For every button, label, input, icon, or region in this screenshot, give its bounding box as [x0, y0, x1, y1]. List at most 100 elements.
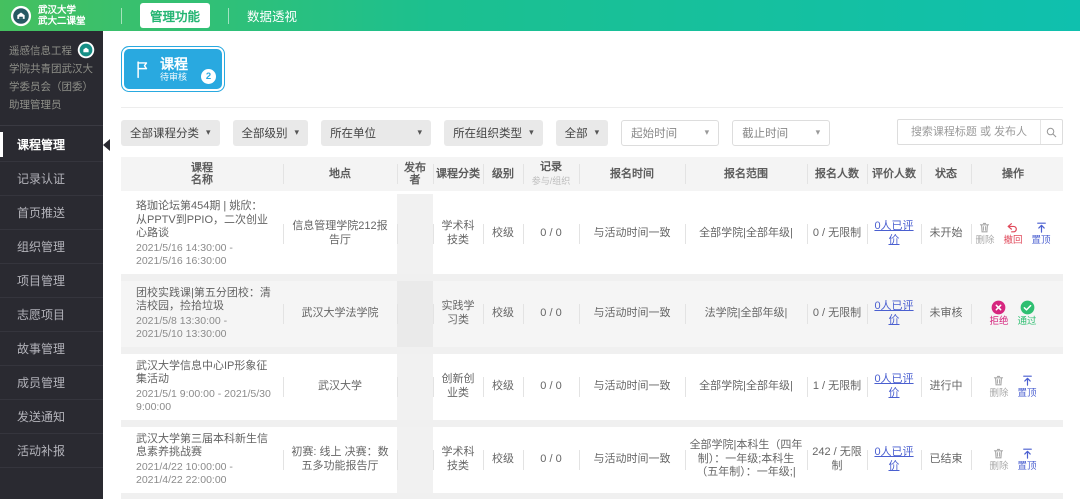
- filter-label: 全部级别: [241, 127, 288, 140]
- filter-org-type[interactable]: 所在组织类型 ▾: [444, 119, 543, 146]
- chevron-down-icon: ▾: [417, 127, 423, 137]
- wuhan-university-logo-icon: [10, 5, 32, 27]
- main-content: 课程 待审核 2 全部课程分类 ▾ 全部级别 ▾ 所在单位 ▾ 所在组织类型 ▾ 全部 ▾ 起始时…: [103, 31, 1080, 499]
- course-title: 武汉大学第三届本科新生信息素养挑战赛: [136, 432, 268, 459]
- delete-button[interactable]: 删除: [975, 221, 994, 246]
- filter-label: 全部课程分类: [130, 127, 199, 140]
- search-icon: [1045, 126, 1058, 139]
- pin-top-button[interactable]: 置顶: [1018, 447, 1037, 472]
- sidebar-item-story-management[interactable]: 故事管理: [0, 332, 103, 366]
- cell-status: 未审核: [921, 281, 971, 347]
- header-eval-count: 评价人数: [867, 157, 921, 191]
- cell-time: 与活动时间一致: [579, 194, 685, 274]
- approve-button[interactable]: 通过: [1018, 300, 1037, 327]
- header-record-label: 记录: [540, 161, 562, 173]
- course-table: 课程 名称 地点 发布者 课程分类 级别 记录 参与/组织 报名时间 报名范围 …: [121, 157, 1063, 499]
- cell-location: 武汉大学法学院: [283, 281, 397, 347]
- sidebar-item-activity-supplement[interactable]: 活动补报: [0, 434, 103, 468]
- cell-scope: 全部学院|本科生（四年制）：一年级;本科生（五年制）：一年级;|: [685, 427, 807, 493]
- row-gap: [121, 419, 1063, 427]
- course-datetime: 2021/5/16 14:30:00 - 2021/5/16 16:30:00: [136, 241, 233, 267]
- reject-icon: [991, 300, 1006, 315]
- chevron-down-icon: ▾: [704, 127, 710, 137]
- filter-level[interactable]: 全部级别 ▾: [232, 119, 309, 146]
- cell-eval-count: 0人已评价: [867, 194, 921, 274]
- card-texts: 课程 待审核: [160, 56, 188, 83]
- filter-course-category[interactable]: 全部课程分类 ▾: [121, 119, 220, 146]
- cell-scope: 全部学院|全部年级|: [685, 354, 807, 420]
- sidebar-menu: 课程管理记录认证 首页推送 组织管理 项目管理 志愿项目 故事管理成员管理发送通知活动补报: [0, 126, 110, 468]
- filter-end-time[interactable]: 截止时间 ▾: [732, 119, 831, 146]
- course-datetime: 2021/5/1 9:00:00 - 2021/5/30 9:00:00: [136, 387, 271, 413]
- filter-label: 全部: [564, 127, 588, 140]
- course-pending-review-card[interactable]: 课程 待审核 2: [121, 46, 225, 92]
- cell-signup-count: 0 / 无限制: [807, 194, 867, 274]
- table-row: 团校实践课|第五分团校：清洁校园，捡拾垃圾 2021/5/8 13:30:00 -…: [121, 280, 1063, 347]
- header-signup-count: 报名人数: [807, 157, 867, 191]
- cell-signup-count: 1 / 无限制: [807, 354, 867, 420]
- evaluation-count-link[interactable]: 0人已评价: [871, 220, 917, 247]
- sidebar-item-label: 成员管理: [17, 376, 66, 390]
- sidebar-item-label: 课程管理: [17, 138, 66, 152]
- sidebar-item-project-management[interactable]: 项目管理: [0, 264, 103, 298]
- cell-publisher: [397, 353, 433, 420]
- chevron-down-icon: ▾: [815, 127, 821, 137]
- cell-level: 校级: [483, 194, 523, 274]
- pin-top-button[interactable]: 置顶: [1032, 221, 1051, 246]
- sidebar: 遥感信息工程学院共青团武汉大学委员会（团委）助理管理员 课程管理 记录认证 首页推送…: [0, 31, 110, 499]
- sidebar-item-member-management[interactable]: 成员管理: [0, 366, 103, 400]
- filter-status[interactable]: 全部 ▾: [555, 119, 609, 146]
- evaluation-count-link[interactable]: 0人已评价: [871, 373, 917, 400]
- cell-eval-count: 0人已评价: [867, 281, 921, 347]
- cell-record: 0 / 0: [523, 194, 579, 274]
- sidebar-item-record-certification[interactable]: 记录认证: [0, 162, 103, 196]
- reject-button[interactable]: 拒绝: [989, 300, 1009, 327]
- tab-data-insight[interactable]: 数据透视: [247, 6, 297, 25]
- search-input[interactable]: [898, 120, 1040, 144]
- cell-actions: 删除 置顶: [971, 427, 1055, 493]
- filter-label: 起始时间: [631, 127, 678, 140]
- cell-record: 0 / 0: [523, 281, 579, 347]
- filter-start-time[interactable]: 起始时间 ▾: [621, 119, 720, 146]
- trash-icon: [978, 221, 991, 234]
- header-publisher: 发布者: [397, 157, 433, 191]
- course-title: 武汉大学信息中心IP形象征集活动: [136, 359, 268, 386]
- cell-course-name: 武汉大学第三届本科新生信息素养挑战赛 2021/4/22 10:00:00 - 2…: [121, 427, 283, 493]
- sidebar-item-course-management[interactable]: 课程管理: [0, 128, 110, 162]
- topbar-divider: [121, 7, 122, 24]
- app-window: 武汉大学 武大二课堂 管理功能 数据透视 遥感信息工程学院共青团武汉大学委员会（…: [0, 0, 1080, 499]
- pin-top-button[interactable]: 置顶: [1018, 374, 1037, 399]
- search-box: [897, 119, 1063, 145]
- recall-button[interactable]: 撤回: [1003, 221, 1023, 246]
- cell-status: 已结束: [921, 427, 971, 493]
- evaluation-count-link[interactable]: 0人已评价: [871, 446, 917, 473]
- cell-category: 创新创业类: [433, 354, 483, 420]
- filter-unit[interactable]: 所在单位 ▾: [321, 119, 432, 146]
- sidebar-item-homepage-push[interactable]: 首页推送: [0, 196, 103, 230]
- sidebar-item-organization-management[interactable]: 组织管理: [0, 230, 103, 264]
- cell-scope: 全部学院|全部年级|: [685, 194, 807, 274]
- filter-pills: 全部课程分类 ▾ 全部级别 ▾ 所在单位 ▾ 所在组织类型 ▾ 全部 ▾: [121, 119, 609, 146]
- course-title: 珞珈论坛第454期 | 姚欣：从PPTV到PPIO，二次创业心路谈: [136, 200, 269, 239]
- pin-top-icon: [1035, 221, 1048, 234]
- header-level: 级别: [483, 157, 523, 191]
- delete-button[interactable]: 删除: [989, 374, 1009, 399]
- cell-actions: 删除 撤回 置顶: [971, 194, 1055, 274]
- cell-level: 校级: [483, 281, 523, 347]
- table-body: 珞珈论坛第454期 | 姚欣：从PPTV到PPIO，二次创业心路谈 2021/5/…: [121, 194, 1063, 499]
- app-title: 武汉大学 武大二课堂: [38, 5, 86, 27]
- flag-icon: [132, 59, 153, 80]
- search-button[interactable]: [1040, 120, 1062, 144]
- sidebar-item-send-notification[interactable]: 发送通知: [0, 400, 103, 434]
- delete-button[interactable]: 删除: [989, 447, 1009, 472]
- sidebar-item-label: 发送通知: [17, 410, 66, 424]
- cell-publisher: [397, 280, 433, 347]
- evaluation-count-link[interactable]: 0人已评价: [871, 300, 917, 327]
- avatar: [77, 41, 95, 59]
- sidebar-item-volunteer-projects[interactable]: 志愿项目: [0, 298, 103, 332]
- cell-record: 0 / 0: [523, 427, 579, 493]
- row-gap: [121, 492, 1063, 499]
- tab-management[interactable]: 管理功能: [140, 3, 211, 28]
- course-datetime: 2021/4/22 10:00:00 - 2021/4/22 22:00:00: [136, 460, 233, 486]
- topbar: 武汉大学 武大二课堂 管理功能 数据透视: [0, 0, 1080, 31]
